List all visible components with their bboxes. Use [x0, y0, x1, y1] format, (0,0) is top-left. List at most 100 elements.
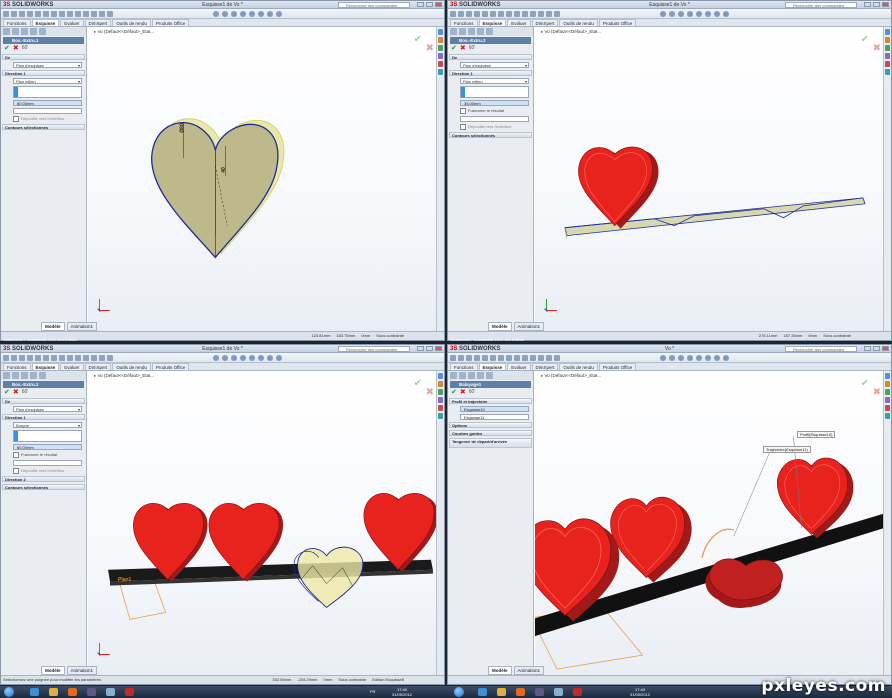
resources-icon[interactable] — [438, 373, 443, 379]
draft-field[interactable] — [13, 460, 82, 466]
dimension-label[interactable]: Ø80 — [180, 123, 186, 132]
print-icon[interactable] — [27, 355, 33, 361]
draft-outward-checkbox[interactable]: Dépouille vers l'extérieur — [460, 124, 529, 130]
ok-icon[interactable]: ✔ — [4, 45, 10, 52]
custom-properties-icon[interactable] — [885, 413, 890, 419]
tab-animation[interactable]: Animation1 — [66, 666, 98, 675]
config-icon[interactable] — [468, 28, 475, 35]
sketch-icon[interactable] — [514, 355, 520, 361]
mirror-icon[interactable] — [554, 355, 560, 361]
from-select[interactable]: Plan d'esquisse — [13, 62, 82, 68]
search-input[interactable]: Rechercher des commandes — [338, 346, 410, 352]
circle-icon[interactable] — [530, 11, 536, 17]
tab-animation[interactable]: Animation1 — [513, 322, 545, 331]
open-icon[interactable] — [11, 355, 17, 361]
tab-outils-rendu[interactable]: Outils de rendu — [559, 19, 598, 26]
group-direction-1[interactable]: Direction 1 — [2, 414, 85, 420]
media-icon[interactable] — [87, 688, 96, 696]
arc-icon[interactable] — [91, 11, 97, 17]
end-condition-select[interactable]: Plan milieu — [13, 78, 82, 84]
tab-produits-office[interactable]: Produits Office — [598, 19, 637, 26]
tab-evaluer[interactable]: Evaluer — [507, 363, 531, 370]
select-icon[interactable] — [490, 11, 496, 17]
profile-field[interactable]: Esquisse10 — [460, 406, 529, 412]
line-icon[interactable] — [75, 11, 81, 17]
sketch-icon[interactable] — [67, 355, 73, 361]
save-icon[interactable] — [19, 11, 25, 17]
view-orientation-icon[interactable] — [249, 11, 255, 17]
plane-label[interactable]: Plan1 — [118, 577, 131, 583]
maximize-button[interactable] — [873, 346, 880, 351]
new-icon[interactable] — [450, 355, 456, 361]
graphics-area[interactable]: Vo (Défaut<<Défaut>_Etat... Ø80 40 ✔ ✖ — [88, 27, 444, 331]
preview-icon[interactable]: 60' — [469, 389, 476, 396]
callout-path[interactable]: Trajectoire(Esquisse11) — [763, 446, 811, 453]
tab-model[interactable]: Modèle — [41, 666, 65, 675]
appearance-icon[interactable] — [276, 11, 282, 17]
language-indicator[interactable]: FR — [370, 689, 375, 694]
minimize-button[interactable] — [417, 2, 424, 7]
zoom-area-icon[interactable] — [222, 355, 228, 361]
group-direction-1[interactable]: Direction 1 — [2, 70, 85, 76]
preview-icon[interactable]: 60' — [22, 389, 29, 396]
close-button[interactable] — [435, 346, 442, 351]
tab-animation[interactable]: Animation1 — [513, 666, 545, 675]
arc-icon[interactable] — [538, 11, 544, 17]
tab-produits-office[interactable]: Produits Office — [151, 363, 190, 370]
feature-tree-icon[interactable] — [450, 28, 457, 35]
arc-icon[interactable] — [538, 355, 544, 361]
save-icon[interactable] — [19, 355, 25, 361]
resources-icon[interactable] — [885, 29, 890, 35]
custom-properties-icon[interactable] — [885, 69, 890, 75]
callout-profile[interactable]: Profil(Esquisse10) — [797, 431, 836, 438]
sketch-icon[interactable] — [514, 11, 520, 17]
options-icon[interactable] — [506, 11, 512, 17]
trim-icon[interactable] — [99, 355, 105, 361]
tab-dimxpert[interactable]: DimXpert — [531, 19, 559, 26]
search-input[interactable]: Rechercher des commandes — [338, 2, 410, 8]
property-icon[interactable] — [459, 28, 466, 35]
save-icon[interactable] — [466, 355, 472, 361]
close-button[interactable] — [882, 346, 889, 351]
group-from[interactable]: De — [2, 398, 85, 404]
group-guide-curves[interactable]: Courbes guides — [449, 430, 532, 436]
property-icon[interactable] — [459, 372, 466, 379]
end-condition-select[interactable]: Plan milieu — [460, 78, 529, 84]
confirm-corner-cancel-icon[interactable]: ✖ — [426, 387, 434, 398]
tab-esquisse[interactable]: Esquisse — [478, 363, 507, 370]
confirm-corner-cancel-icon[interactable]: ✖ — [426, 43, 434, 54]
dimxpert-icon[interactable] — [30, 28, 37, 35]
dimxpert-icon[interactable] — [477, 372, 484, 379]
tab-outils-rendu[interactable]: Outils de rendu — [559, 363, 598, 370]
zoom-fit-icon[interactable] — [660, 355, 666, 361]
start-button[interactable] — [454, 687, 464, 697]
graphics-area[interactable]: Vo (Défaut<<Défaut>_Etat... — [88, 371, 444, 675]
undo-icon[interactable] — [482, 11, 488, 17]
hide-show-icon[interactable] — [714, 355, 720, 361]
display-style-icon[interactable] — [258, 11, 264, 17]
search-input[interactable]: Rechercher des commandes — [785, 2, 857, 8]
group-direction-2[interactable]: Direction 2 — [2, 476, 85, 482]
resources-icon[interactable] — [438, 29, 443, 35]
section-view-icon[interactable] — [240, 11, 246, 17]
rebuild-icon[interactable] — [498, 11, 504, 17]
depth-field[interactable]: 60.00mm — [13, 444, 82, 450]
new-icon[interactable] — [450, 11, 456, 17]
app-icon[interactable] — [554, 688, 563, 696]
group-profile-path[interactable]: Profil et trajectoire — [449, 398, 532, 404]
view-palette-icon[interactable] — [438, 397, 443, 403]
mirror-icon[interactable] — [107, 355, 113, 361]
hide-show-icon[interactable] — [714, 11, 720, 17]
tab-animation[interactable]: Animation1 — [66, 322, 98, 331]
trim-icon[interactable] — [546, 11, 552, 17]
dimxpert-icon[interactable] — [30, 372, 37, 379]
display-style-icon[interactable] — [258, 355, 264, 361]
display-icon[interactable] — [486, 372, 493, 379]
mirror-icon[interactable] — [107, 11, 113, 17]
hide-show-icon[interactable] — [267, 355, 273, 361]
group-contours[interactable]: Contours sélectionnés — [2, 484, 85, 490]
cancel-icon[interactable]: ✖ — [13, 389, 19, 396]
clock-right[interactable]: 17:43 31/05/2012 — [630, 687, 650, 697]
view-palette-icon[interactable] — [438, 53, 443, 59]
preview-icon[interactable]: 60' — [469, 45, 476, 52]
